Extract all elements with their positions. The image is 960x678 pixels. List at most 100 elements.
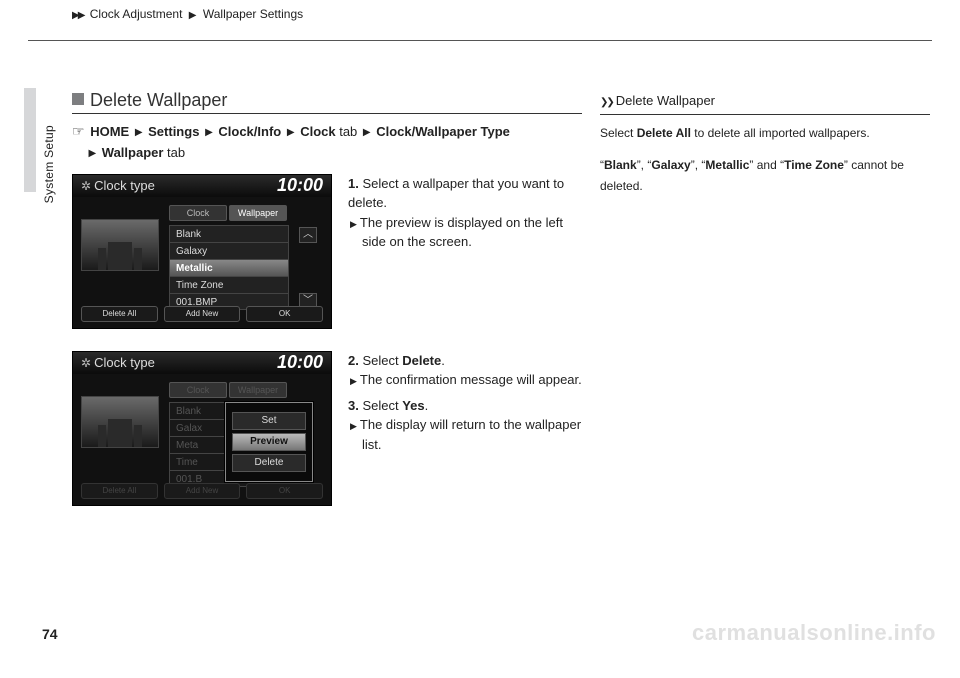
step-text: . <box>425 398 429 413</box>
path-home: HOME <box>90 124 129 139</box>
watermark: carmanualsonline.info <box>692 620 936 646</box>
add-new-button[interactable]: Add New <box>164 306 241 322</box>
list-item[interactable]: Blank <box>169 225 289 242</box>
gear-icon: ✲ <box>81 356 91 370</box>
side-note-p2: “Blank”, “Galaxy”, “Metallic” and “Time … <box>600 155 930 196</box>
screenshot-2: ✲ Clock type 10:00 Clock Wallpaper Blank… <box>72 351 332 506</box>
delete-all-button: Delete All <box>81 483 158 499</box>
step-number: 2. <box>348 353 359 368</box>
path-clock: Clock <box>300 124 335 139</box>
sub-text: The display will return to the wallpaper… <box>360 417 581 452</box>
sub-text: The preview is displayed on the left sid… <box>360 215 563 250</box>
shot1-title: Clock type <box>94 178 155 193</box>
path-wallpaper: Wallpaper <box>102 145 164 160</box>
step-number: 3. <box>348 398 359 413</box>
step-number: 1. <box>348 176 359 191</box>
popup-preview-button[interactable]: Preview <box>232 433 306 451</box>
popup-delete-button[interactable]: Delete <box>232 454 306 472</box>
tab-clock: Clock <box>169 382 227 398</box>
shot1-body: Clock Wallpaper Blank Galaxy Metallic Ti… <box>73 199 331 328</box>
triangle-icon: ▶ <box>350 219 357 229</box>
row-1: ✲ Clock type 10:00 Clock Wallpaper Blank… <box>72 174 582 329</box>
hand-icon: ☞ <box>72 123 85 139</box>
tab-clock[interactable]: Clock <box>169 205 227 221</box>
sub-text: The confirmation message will appear. <box>360 372 582 387</box>
shot2-title: Clock type <box>94 355 155 370</box>
popup-set-button[interactable]: Set <box>232 412 306 430</box>
steps-2: 2. Select Delete. ▶The confirmation mess… <box>348 351 582 506</box>
shot2-body: Clock Wallpaper Blank Galax Meta Time 00… <box>73 376 331 505</box>
double-chevron-icon: ❯❯ <box>600 97 613 108</box>
path-clockinfo: Clock/Info <box>218 124 281 139</box>
gear-icon: ✲ <box>81 179 91 193</box>
triangle-icon: ▶ <box>205 127 213 138</box>
delete-all-button[interactable]: Delete All <box>81 306 158 322</box>
shot2-bottom-buttons: Delete All Add New OK <box>81 483 323 499</box>
breadcrumb-sep-icon: ▶ <box>189 10 197 21</box>
step-text: Select <box>362 353 402 368</box>
triangle-icon: ▶ <box>363 127 371 138</box>
list-item-selected[interactable]: Metallic <box>169 259 289 276</box>
note-text: ”, “ <box>691 158 706 172</box>
tab-wallpaper: Wallpaper <box>229 382 287 398</box>
shot1-header: ✲ Clock type 10:00 <box>73 175 331 197</box>
ok-button[interactable]: OK <box>246 306 323 322</box>
side-accent-tab <box>24 88 36 192</box>
wallpaper-preview <box>81 396 159 448</box>
shot2-clock: 10:00 <box>277 352 323 373</box>
step-1: 1. Select a wallpaper that you want to d… <box>348 174 582 213</box>
shot2-title-group: ✲ Clock type <box>81 355 155 370</box>
ok-button: OK <box>246 483 323 499</box>
steps-1: 1. Select a wallpaper that you want to d… <box>348 174 582 329</box>
row-2: ✲ Clock type 10:00 Clock Wallpaper Blank… <box>72 351 582 506</box>
shot1-tabs: Clock Wallpaper <box>169 205 287 221</box>
side-notes-title: Delete Wallpaper <box>616 93 715 108</box>
shot1-bottom-buttons: Delete All Add New OK <box>81 306 323 322</box>
list-item[interactable]: Time Zone <box>169 276 289 293</box>
path-settings: Settings <box>148 124 199 139</box>
breadcrumb-arrows-icon: ▶▶ <box>72 10 83 21</box>
note-bold: Blank <box>604 158 637 172</box>
context-popup: Set Preview Delete <box>225 402 313 482</box>
step-bold: Yes <box>402 398 424 413</box>
path-tab2: tab <box>163 145 185 160</box>
triangle-icon: ▶ <box>88 148 96 159</box>
note-text: ” and “ <box>749 158 784 172</box>
step-text: Select <box>362 398 402 413</box>
step-bold: Delete <box>402 353 441 368</box>
side-section-label: System Setup <box>42 125 56 203</box>
castle-icon <box>108 419 132 447</box>
shot1-clock: 10:00 <box>277 175 323 196</box>
chevron-up-icon[interactable]: ︿ <box>299 227 317 243</box>
page-number: 74 <box>42 626 58 642</box>
note-bold: Galaxy <box>651 158 690 172</box>
add-new-button: Add New <box>164 483 241 499</box>
list-item[interactable]: Galaxy <box>169 242 289 259</box>
side-notes: ❯❯Delete Wallpaper Select Delete All to … <box>600 90 930 208</box>
triangle-icon: ▶ <box>350 421 357 431</box>
header-rule <box>28 40 932 41</box>
side-note-p1: Select Delete All to delete all imported… <box>600 123 930 143</box>
section-title-text: Delete Wallpaper <box>90 90 227 110</box>
shot2-header: ✲ Clock type 10:00 <box>73 352 331 374</box>
screenshot-1: ✲ Clock type 10:00 Clock Wallpaper Blank… <box>72 174 332 329</box>
breadcrumb-item-1: Clock Adjustment <box>90 7 183 21</box>
note-bold: Metallic <box>705 158 749 172</box>
section-bullet-icon <box>72 93 84 105</box>
shot2-tabs: Clock Wallpaper <box>169 382 287 398</box>
step-3: 3. Select Yes. <box>348 396 582 416</box>
breadcrumb-item-2: Wallpaper Settings <box>203 7 303 21</box>
main-content: Delete Wallpaper ☞ HOME ▶ Settings ▶ Clo… <box>72 90 582 528</box>
step-2: 2. Select Delete. <box>348 351 582 371</box>
wallpaper-list: Blank Galaxy Metallic Time Zone 001.BMP <box>169 225 289 310</box>
tab-wallpaper[interactable]: Wallpaper <box>229 205 287 221</box>
step-sub: ▶The confirmation message will appear. <box>348 370 582 390</box>
step-sub: ▶The display will return to the wallpape… <box>348 415 582 454</box>
step-sub: ▶The preview is displayed on the left si… <box>348 213 582 252</box>
triangle-icon: ▶ <box>350 376 357 386</box>
wallpaper-preview <box>81 219 159 271</box>
step-text: Select a wallpaper that you want to dele… <box>348 176 564 211</box>
path-tab1: tab <box>336 124 361 139</box>
note-bold: Delete All <box>637 126 691 140</box>
section-title: Delete Wallpaper <box>72 90 582 114</box>
